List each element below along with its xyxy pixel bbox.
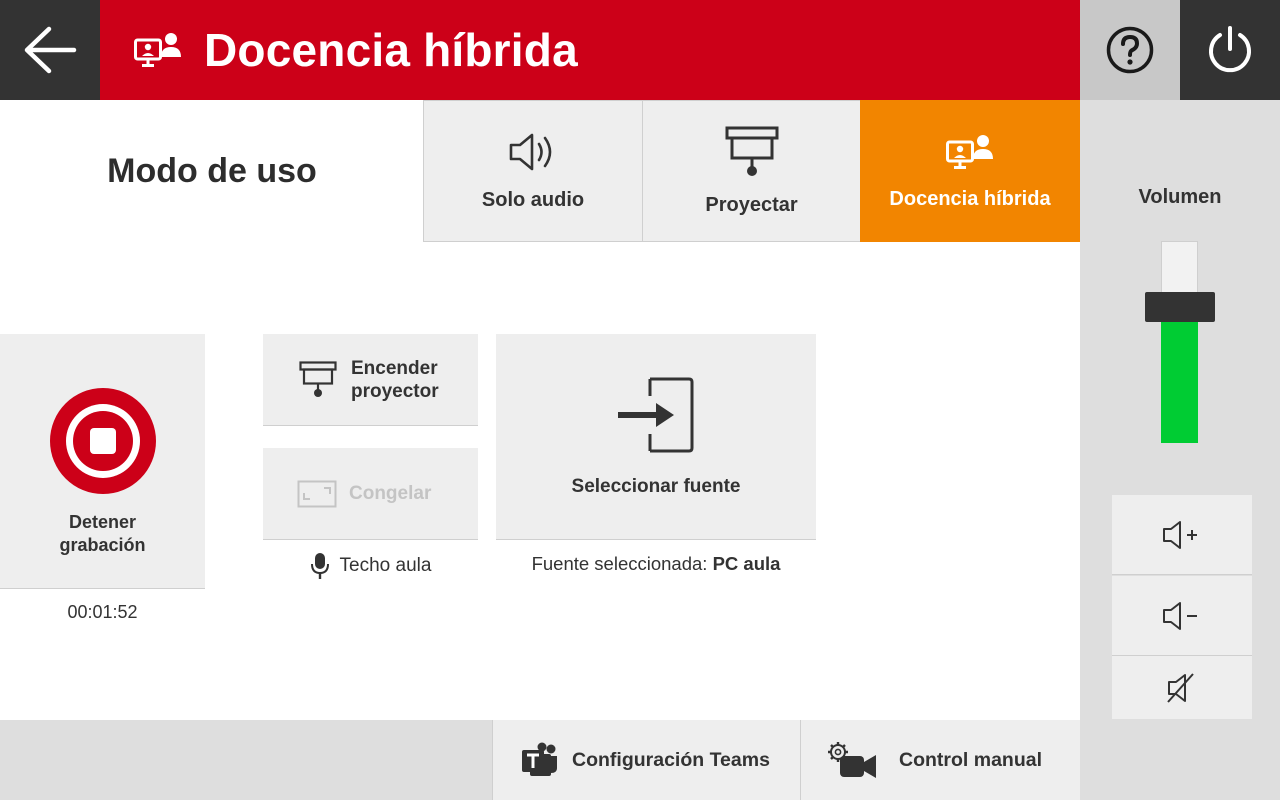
selected-source-info: Fuente seleccionada: PC aula (496, 553, 816, 575)
manual-control-label: Control manual (899, 748, 1043, 771)
microphone-icon (310, 552, 330, 580)
mute-button[interactable] (1112, 656, 1252, 719)
speaker-icon (508, 131, 558, 173)
tab-label: Proyectar (705, 193, 798, 216)
tab-label: Solo audio (481, 188, 585, 211)
freeze-button[interactable]: Congelar (263, 448, 478, 540)
projector-icon (725, 126, 779, 178)
stop-recording-button[interactable]: Detener grabación (0, 334, 205, 589)
stop-recording-label: Detener grabación (59, 512, 146, 555)
mute-icon (1165, 672, 1199, 704)
select-source-label: Seleccionar fuente (571, 475, 741, 497)
projector-on-button[interactable]: Encender proyector (263, 334, 478, 426)
help-circle-icon (1105, 25, 1155, 75)
teams-config-label: Configuración Teams (572, 748, 770, 771)
freeze-frame-icon (297, 480, 337, 508)
title-bar: Docencia híbrida (100, 0, 1080, 100)
volume-label: Volumen (1138, 186, 1222, 208)
freeze-label: Congelar (349, 482, 432, 504)
tab-proyectar[interactable]: Proyectar (642, 100, 861, 242)
mode-label: Modo de uso (107, 151, 317, 190)
tab-docencia-hibrida[interactable]: Docencia híbrida (860, 100, 1080, 242)
projector-icon (299, 360, 337, 399)
power-icon (1205, 25, 1255, 75)
selected-source-value: PC aula (712, 553, 781, 574)
microphone-label: Techo aula (339, 555, 432, 576)
stop-record-icon (49, 387, 157, 495)
volume-up-icon (1162, 519, 1202, 551)
camera-settings-icon (825, 740, 879, 780)
volume-up-button[interactable] (1112, 495, 1252, 575)
teams-icon (521, 742, 559, 778)
selected-source-prefix: Fuente seleccionada: (531, 553, 708, 574)
tab-label: Docencia híbrida (889, 187, 1051, 210)
hybrid-teaching-icon (134, 30, 182, 70)
hybrid-teaching-icon (946, 132, 994, 172)
recording-time: 00:01:52 (67, 602, 138, 622)
volume-down-button[interactable] (1112, 576, 1252, 656)
arrow-left-icon (22, 25, 78, 75)
power-button[interactable] (1180, 0, 1280, 100)
microphone-indicator: Techo aula (263, 550, 478, 582)
manual-control-button[interactable]: Control manual (800, 720, 1080, 800)
projector-on-label: Encender proyector (351, 357, 439, 402)
tab-solo-audio[interactable]: Solo audio (423, 100, 643, 242)
select-source-button[interactable]: Seleccionar fuente (496, 334, 816, 540)
volume-slider-handle[interactable] (1145, 292, 1215, 322)
help-button[interactable] (1080, 0, 1180, 100)
page-title: Docencia híbrida (204, 24, 578, 76)
volume-slider-fill (1161, 314, 1198, 443)
volume-down-icon (1162, 600, 1202, 632)
teams-config-button[interactable]: Configuración Teams (492, 720, 801, 800)
back-button[interactable] (0, 0, 100, 100)
input-source-icon (616, 376, 696, 454)
